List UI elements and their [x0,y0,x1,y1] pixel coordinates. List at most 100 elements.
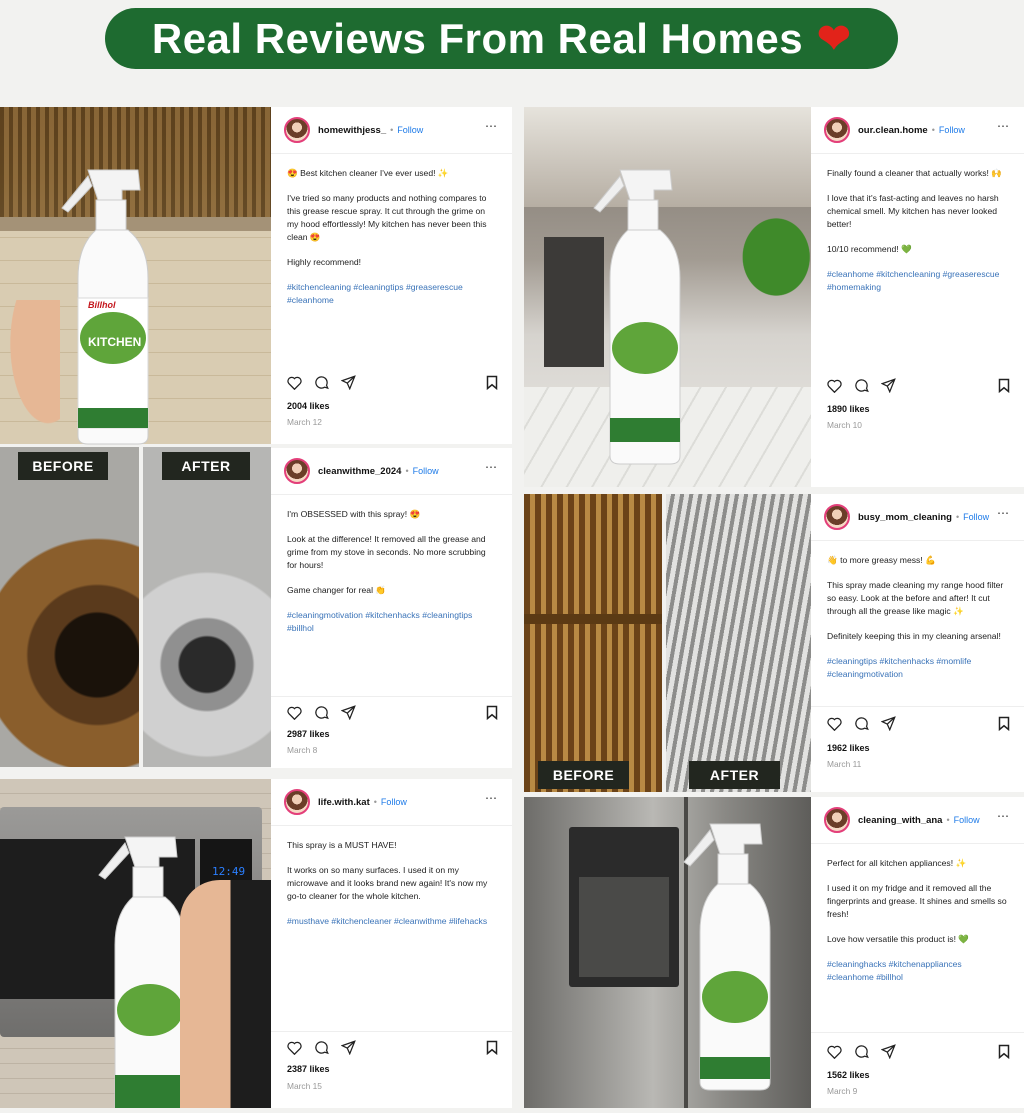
more-options-icon[interactable]: ⋯ [997,119,1010,133]
heart-icon: ❤ [817,16,852,61]
avatar[interactable] [284,117,310,143]
avatar[interactable] [824,117,850,143]
page-banner: Real Reviews From Real Homes ❤ [105,8,898,69]
avatar[interactable] [284,789,310,815]
hashtags[interactable]: #kitchencleaning #cleaningtips #greasere… [287,281,498,307]
comment-icon[interactable] [854,378,869,393]
bottle-brand: Billhol [88,300,116,310]
post-caption: 😍 Best kitchen cleaner I've ever used! ✨… [287,167,498,319]
hashtags[interactable]: #cleaningtips #kitchenhacks #momlife #cl… [827,655,1010,681]
product-bottle-6 [680,822,790,1097]
post-caption: Finally found a cleaner that actually wo… [827,167,1010,306]
share-icon[interactable] [341,1040,356,1055]
post-caption: Perfect for all kitchen appliances! ✨ I … [827,857,1010,996]
post-header: life.with.kat • Follow ⋯ [271,779,512,826]
separator-dot: • [405,466,409,476]
caption-line: Finally found a cleaner that actually wo… [827,168,1003,178]
review-post: cleaning_with_ana • Follow ⋯ Perfect for… [811,797,1024,1108]
post-date: March 8 [287,745,318,755]
like-heart-icon[interactable] [287,1041,302,1055]
photo-stove-after [143,447,271,767]
username[interactable]: life.with.kat [318,797,370,808]
comment-icon[interactable] [854,1044,869,1059]
follow-button[interactable]: Follow [963,512,989,522]
caption-line: This spray made cleaning my range hood f… [827,580,1004,616]
caption-line: Game changer for real 👏 [287,585,387,595]
caption-line: This spray is a MUST HAVE! [287,840,397,850]
like-heart-icon[interactable] [827,1045,842,1059]
like-heart-icon[interactable] [287,376,302,390]
username[interactable]: homewithjess_ [318,125,386,136]
hand [180,880,271,1108]
hashtags[interactable]: #cleaningmotivation #kitchenhacks #clean… [287,609,498,635]
share-icon[interactable] [881,378,896,393]
caption-line: Highly recommend! [287,257,362,267]
more-options-icon[interactable]: ⋯ [485,119,498,133]
review-post: life.with.kat • Follow ⋯ This spray is a… [271,779,512,1108]
caption-line: Love how versatile this product is! 💚 [827,934,970,944]
more-options-icon[interactable]: ⋯ [485,791,498,805]
likes-count: 2987 likes [287,729,330,739]
avatar[interactable] [284,458,310,484]
post-actions [827,378,896,393]
hand [0,300,60,445]
username[interactable]: busy_mom_cleaning [858,512,952,523]
bookmark-icon[interactable] [998,378,1010,393]
more-options-icon[interactable]: ⋯ [485,460,498,474]
bookmark-icon[interactable] [486,1040,498,1055]
post-actions [287,1040,356,1055]
photo-stove-before [0,447,139,767]
caption-line: I've tried so many products and nothing … [287,193,487,242]
follow-button[interactable]: Follow [381,797,407,807]
divider [811,706,1024,707]
before-label: BEFORE [18,452,108,480]
more-options-icon[interactable]: ⋯ [997,506,1010,520]
bookmark-icon[interactable] [998,716,1010,731]
share-icon[interactable] [881,1044,896,1059]
hashtags[interactable]: #cleanhome #kitchencleaning #greaserescu… [827,268,1010,294]
more-options-icon[interactable]: ⋯ [997,809,1010,823]
comment-icon[interactable] [314,1040,329,1055]
likes-count: 2004 likes [287,401,330,411]
divider [811,1032,1024,1033]
follow-button[interactable]: Follow [413,466,439,476]
share-icon[interactable] [881,716,896,731]
bookmark-icon[interactable] [486,705,498,720]
username[interactable]: cleanwithme_2024 [318,466,401,477]
post-date: March 9 [827,1086,858,1096]
post-header: cleanwithme_2024 • Follow ⋯ [271,448,512,495]
bookmark-icon[interactable] [998,1044,1010,1059]
photo-filter-after [666,494,811,792]
follow-button[interactable]: Follow [939,125,965,135]
post-header: cleaning_with_ana • Follow ⋯ [811,797,1024,844]
comment-icon[interactable] [854,716,869,731]
hashtags[interactable]: #musthave #kitchencleaner #cleanwithme #… [287,915,498,928]
likes-count: 1890 likes [827,404,870,414]
hashtags[interactable]: #cleaninghacks #kitchenappliances #clean… [827,958,1010,984]
like-heart-icon[interactable] [827,717,842,731]
like-heart-icon[interactable] [287,706,302,720]
post-caption: 👋 to more greasy mess! 💪 This spray made… [827,554,1010,693]
bookmark-icon[interactable] [486,375,498,390]
username[interactable]: our.clean.home [858,125,928,136]
caption-line: I love that it's fast-acting and leaves … [827,193,999,229]
separator-dot: • [931,125,935,135]
caption-line: 👋 to more greasy mess! 💪 [827,555,936,565]
username[interactable]: cleaning_with_ana [858,815,942,826]
post-header: our.clean.home • Follow ⋯ [811,107,1024,154]
share-icon[interactable] [341,375,356,390]
photo-filter-before [524,494,662,792]
divider [271,696,512,697]
comment-icon[interactable] [314,375,329,390]
like-heart-icon[interactable] [827,379,842,393]
avatar[interactable] [824,807,850,833]
comment-icon[interactable] [314,705,329,720]
follow-button[interactable]: Follow [954,815,980,825]
review-post: our.clean.home • Follow ⋯ Finally found … [811,107,1024,487]
divider [271,1031,512,1032]
avatar[interactable] [824,504,850,530]
share-icon[interactable] [341,705,356,720]
review-post: busy_mom_cleaning • Follow ⋯ 👋 to more g… [811,494,1024,792]
follow-button[interactable]: Follow [397,125,423,135]
caption-line: It works on so many surfaces. I used it … [287,865,488,901]
